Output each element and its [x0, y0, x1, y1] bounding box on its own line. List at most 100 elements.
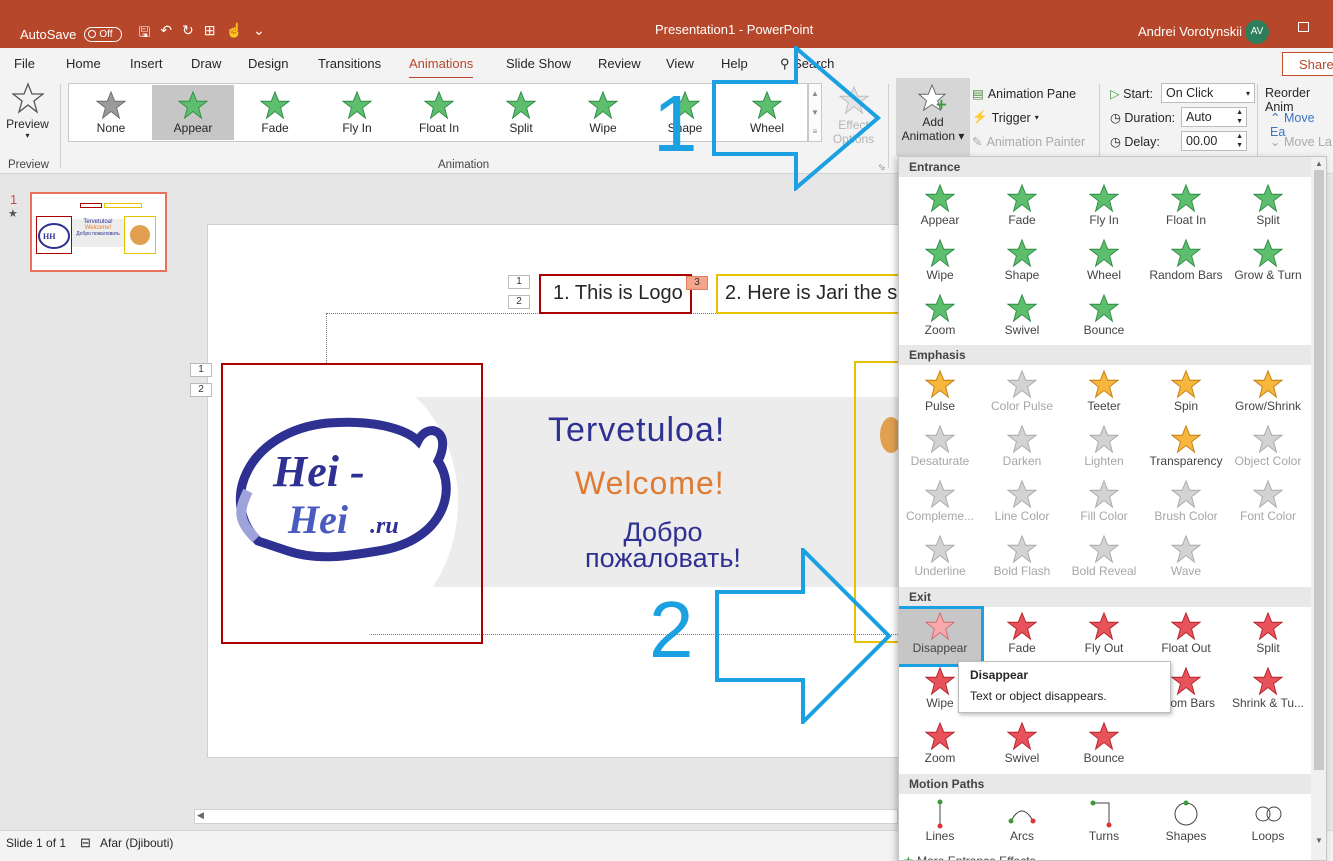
emphasis-item-lighten[interactable]: Lighten	[1063, 422, 1145, 477]
entrance-item-fade[interactable]: Fade	[981, 181, 1063, 236]
exit-item-fade[interactable]: Fade	[981, 609, 1063, 664]
delay-input[interactable]: 00.00 ▲ ▼	[1181, 131, 1247, 151]
gallery-item-fade[interactable]: Fade	[234, 85, 316, 140]
duration-input[interactable]: Auto ▲ ▼	[1181, 107, 1247, 127]
gallery-item-wipe[interactable]: Wipe	[562, 85, 644, 140]
exit-item-split[interactable]: Split	[1227, 609, 1309, 664]
start-select[interactable]: On Click ▾	[1161, 83, 1255, 103]
callout-character[interactable]: 2. Here is Jari the s	[716, 274, 908, 314]
exit-item-zoom[interactable]: Zoom	[899, 719, 981, 774]
exit-item-float-out[interactable]: Float Out	[1145, 609, 1227, 664]
restore-icon[interactable]	[1298, 22, 1309, 32]
tab-animations[interactable]: Animations	[409, 56, 474, 80]
entrance-item-shape[interactable]: Shape	[981, 236, 1063, 291]
entrance-item-fly-in[interactable]: Fly In	[1063, 181, 1145, 236]
tab-draw[interactable]: Draw	[191, 56, 221, 71]
emphasis-item-transparency[interactable]: Transparency	[1145, 422, 1227, 477]
move-later-button[interactable]: ⌄ Move La	[1270, 134, 1332, 149]
emphasis-item-spin[interactable]: Spin	[1145, 367, 1227, 422]
tab-view[interactable]: View	[666, 56, 694, 71]
tab-file[interactable]: File	[14, 56, 35, 71]
callout-logo[interactable]: 1. This is Logo	[539, 274, 692, 314]
exit-item-swivel[interactable]: Swivel	[981, 719, 1063, 774]
customize-qat-icon[interactable]: ⌄	[253, 22, 265, 46]
entrance-item-wheel[interactable]: Wheel	[1063, 236, 1145, 291]
undo-icon[interactable]: ↶	[160, 22, 172, 46]
gallery-item-float-in[interactable]: Float In	[398, 85, 480, 140]
motion-item-shapes[interactable]: Shapes	[1145, 797, 1227, 852]
user-name[interactable]: Andrei Vorotynskii	[1138, 24, 1242, 39]
touch-mode-icon[interactable]: ☝	[226, 22, 243, 46]
emphasis-item-compleme[interactable]: Compleme...	[899, 477, 981, 532]
tab-home[interactable]: Home	[66, 56, 101, 71]
tab-transitions[interactable]: Transitions	[318, 56, 381, 71]
emphasis-item-color-pulse[interactable]: Color Pulse	[981, 367, 1063, 422]
avatar[interactable]: AV	[1245, 20, 1269, 44]
gallery-item-split[interactable]: Split	[480, 85, 562, 140]
animation-order-tag[interactable]: 1	[190, 363, 212, 377]
entrance-item-swivel[interactable]: Swivel	[981, 291, 1063, 346]
logo-selection-box[interactable]	[221, 363, 483, 644]
animation-painter-button[interactable]: ✎ Animation Painter	[972, 134, 1085, 150]
animation-order-tag[interactable]: 2	[508, 295, 530, 309]
motion-item-loops[interactable]: Loops	[1227, 797, 1309, 852]
entrance-item-appear[interactable]: Appear	[899, 181, 981, 236]
tab-slide-show[interactable]: Slide Show	[506, 56, 571, 71]
emphasis-item-teeter[interactable]: Teeter	[1063, 367, 1145, 422]
tab-insert[interactable]: Insert	[130, 56, 163, 71]
emphasis-item-fill-color[interactable]: Fill Color	[1063, 477, 1145, 532]
entrance-item-wipe[interactable]: Wipe	[899, 236, 981, 291]
exit-item-fly-out[interactable]: Fly Out	[1063, 609, 1145, 664]
gallery-item-fly-in[interactable]: Fly In	[316, 85, 398, 140]
brush-color-star-icon	[1171, 479, 1201, 509]
exit-item-bounce[interactable]: Bounce	[1063, 719, 1145, 774]
tab-review[interactable]: Review	[598, 56, 641, 71]
entrance-item-split[interactable]: Split	[1227, 181, 1309, 236]
entrance-item-grow-turn[interactable]: Grow & Turn	[1227, 236, 1309, 291]
animation-order-tag[interactable]: 2	[190, 383, 212, 397]
menu-scrollbar[interactable]: ▲ ▼	[1311, 157, 1326, 860]
trigger-button[interactable]: ⚡ Trigger ▾	[972, 110, 1039, 125]
more-entrance-effects-link[interactable]: ★ More Entrance Effects...	[903, 854, 1046, 860]
greeting-en[interactable]: Welcome!	[575, 465, 725, 502]
entrance-item-random-bars[interactable]: Random Bars	[1145, 236, 1227, 291]
emphasis-item-wave[interactable]: Wave	[1145, 532, 1227, 587]
emphasis-item-font-color[interactable]: Font Color	[1227, 477, 1309, 532]
language-status[interactable]: Afar (Djibouti)	[100, 836, 173, 850]
redo-icon[interactable]: ↻	[182, 22, 194, 46]
entrance-item-zoom[interactable]: Zoom	[899, 291, 981, 346]
exit-item-shrink-tu[interactable]: Shrink & Tu...	[1227, 664, 1309, 719]
horizontal-scrollbar[interactable]: ◀	[194, 809, 898, 824]
entrance-item-bounce[interactable]: Bounce	[1063, 291, 1145, 346]
accessibility-icon[interactable]: ⊟	[80, 835, 91, 851]
emphasis-item-pulse[interactable]: Pulse	[899, 367, 981, 422]
emphasis-item-grow-shrink[interactable]: Grow/Shrink	[1227, 367, 1309, 422]
emphasis-item-line-color[interactable]: Line Color	[981, 477, 1063, 532]
entrance-item-float-in[interactable]: Float In	[1145, 181, 1227, 236]
tab-design[interactable]: Design	[248, 56, 288, 71]
animation-pane-button[interactable]: ▤ Animation Pane	[972, 86, 1076, 102]
motion-item-turns[interactable]: Turns	[1063, 797, 1145, 852]
motion-item-lines[interactable]: Lines	[899, 797, 981, 852]
add-animation-button[interactable]: Add Animation ▾	[896, 78, 970, 156]
emphasis-item-bold-flash[interactable]: Bold Flash	[981, 532, 1063, 587]
motion-item-arcs[interactable]: Arcs	[981, 797, 1063, 852]
exit-item-disappear[interactable]: Disappear	[899, 606, 984, 667]
gallery-item-appear[interactable]: Appear	[152, 85, 234, 140]
emphasis-item-darken[interactable]: Darken	[981, 422, 1063, 477]
slide-thumbnail[interactable]: HH Tervetuloa! Welcome! Добро пожаловать	[30, 192, 167, 272]
emphasis-item-desaturate[interactable]: Desaturate	[899, 422, 981, 477]
share-button[interactable]: Share	[1282, 52, 1333, 76]
present-icon[interactable]: ⊞	[204, 22, 216, 46]
animation-order-tag[interactable]: 3	[686, 276, 708, 290]
animation-order-tag[interactable]: 1	[508, 275, 530, 289]
emphasis-item-bold-reveal[interactable]: Bold Reveal	[1063, 532, 1145, 587]
greeting-fi[interactable]: Tervetuloa!	[548, 411, 725, 450]
gallery-item-none[interactable]: None	[70, 85, 152, 140]
save-icon[interactable]: 🖫	[138, 22, 150, 46]
preview-button[interactable]: Preview ▾	[5, 82, 50, 140]
autosave-toggle[interactable]: Off	[84, 26, 123, 42]
emphasis-item-brush-color[interactable]: Brush Color	[1145, 477, 1227, 532]
emphasis-item-object-color[interactable]: Object Color	[1227, 422, 1309, 477]
emphasis-item-underline[interactable]: Underline	[899, 532, 981, 587]
